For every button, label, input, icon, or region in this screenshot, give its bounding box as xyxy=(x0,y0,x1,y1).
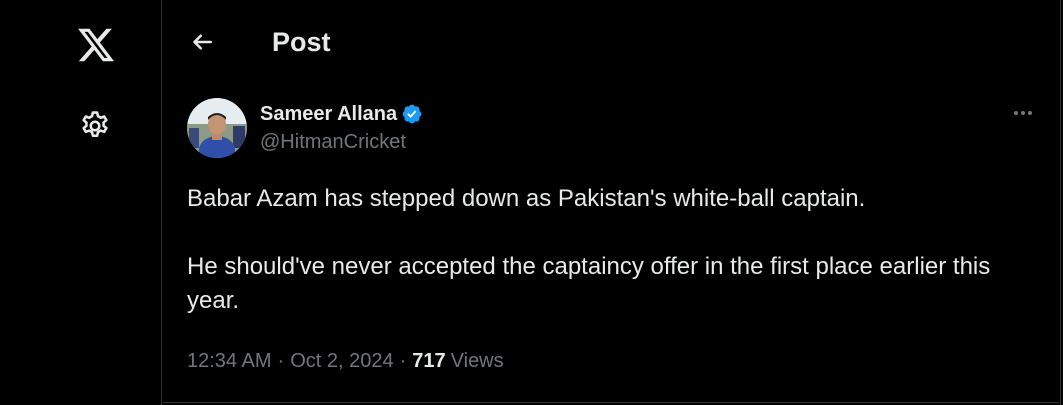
post-meta: 12:34 AM · Oct 2, 2024 · 717 Views xyxy=(187,350,504,373)
post-text-paragraph: He should've never accepted the captainc… xyxy=(187,253,991,314)
meta-separator: · xyxy=(277,350,285,372)
page-title: Post xyxy=(272,27,331,57)
post-date[interactable]: Oct 2, 2024 xyxy=(290,350,393,373)
author-name-row: Sameer Allana xyxy=(260,101,423,127)
post-text-paragraph: Babar Azam has stepped down as Pakistan'… xyxy=(187,185,866,212)
column-border xyxy=(1060,0,1061,405)
author-display-name[interactable]: Sameer Allana xyxy=(260,103,397,126)
views-label: Views xyxy=(450,350,504,372)
post-text: Babar Azam has stepped down as Pakistan'… xyxy=(187,182,1037,318)
author-handle[interactable]: @HitmanCricket xyxy=(260,131,423,154)
verified-badge-icon[interactable] xyxy=(401,103,423,125)
more-horizontal-icon[interactable] xyxy=(1009,101,1037,125)
avatar[interactable] xyxy=(187,98,247,158)
page-header: Post xyxy=(163,0,1059,82)
arrow-left-icon[interactable] xyxy=(187,27,217,57)
x-logo-icon[interactable] xyxy=(76,25,116,65)
post-author: Sameer Allana @HitmanCricket xyxy=(260,101,423,154)
left-navigation-rail xyxy=(0,0,162,405)
main-column: Post Sameer Allana @HitmanCricket Babar … xyxy=(163,0,1063,405)
divider xyxy=(163,402,1059,403)
views-count: 717 xyxy=(412,350,446,372)
app-window: Post Sameer Allana @HitmanCricket Babar … xyxy=(0,0,1063,405)
gear-icon[interactable] xyxy=(78,109,112,143)
meta-separator: · xyxy=(399,350,407,372)
post-time[interactable]: 12:34 AM xyxy=(187,350,272,373)
